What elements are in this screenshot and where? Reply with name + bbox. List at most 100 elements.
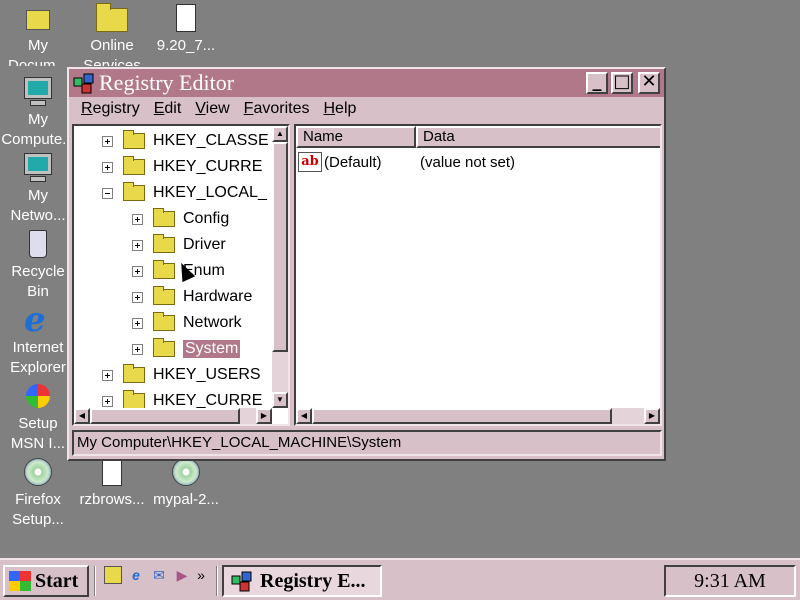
media-player-icon[interactable]: ▶ xyxy=(173,566,191,584)
desktop-icon-label: Setup MSN I... xyxy=(10,415,66,452)
desktop-icon-label: My Docum... xyxy=(7,37,68,66)
tree-item-label: HKEY_CURRE xyxy=(153,158,263,175)
value-list[interactable]: Name Data ab (Default) (value not set) ◀… xyxy=(294,124,662,426)
column-header-data[interactable]: Data xyxy=(416,126,660,148)
menu-help[interactable]: Help xyxy=(323,100,356,118)
maximize-button[interactable]: □ xyxy=(611,72,633,94)
desktop-icon-network[interactable]: My Netwo... xyxy=(0,152,76,226)
tree-item-label: Hardware xyxy=(183,288,253,305)
folder-icon xyxy=(123,130,145,149)
system-clock[interactable]: 9:31 AM xyxy=(664,565,796,597)
registry-editor-icon[interactable] xyxy=(73,72,95,94)
internet-explorer-icon[interactable]: e xyxy=(127,566,145,584)
desktop-icon-firefox-setup[interactable]: Firefox Setup... xyxy=(0,456,76,530)
open-folder-icon xyxy=(123,182,145,201)
taskbar-separator xyxy=(216,566,218,596)
scroll-right-arrow-icon[interactable]: ▶ xyxy=(256,408,272,424)
desktop-icon-label: mypal-2... xyxy=(153,491,219,508)
start-label: Start xyxy=(35,569,79,592)
installer-icon xyxy=(170,2,202,34)
value-data: (value not set) xyxy=(420,153,516,171)
desktop-icon-mypal[interactable]: mypal-2... xyxy=(148,456,224,510)
open-folder-icon xyxy=(153,338,175,357)
scroll-thumb[interactable] xyxy=(90,408,240,424)
tree-item-network[interactable]: Network xyxy=(132,310,242,336)
folder-icon xyxy=(153,286,175,305)
tree-item-driver[interactable]: Driver xyxy=(132,232,226,258)
menu-registry[interactable]: Registry xyxy=(81,100,140,118)
desktop-icon-online-services[interactable]: Online Services xyxy=(74,2,150,66)
desktop-icon-my-computer[interactable]: My Compute... xyxy=(0,76,76,152)
tree-horizontal-scrollbar[interactable]: ◀ ▶ xyxy=(74,408,272,424)
scroll-down-arrow-icon[interactable]: ▼ xyxy=(272,392,288,408)
desktop-icon-installer[interactable]: 9.20_7... xyxy=(148,2,224,56)
expand-icon[interactable] xyxy=(102,369,113,381)
registry-editor-icon xyxy=(231,571,252,592)
expand-icon[interactable] xyxy=(102,395,113,407)
desktop-icon-label: My Compute... xyxy=(1,111,75,148)
tree-vertical-scrollbar[interactable]: ▲ ▼ xyxy=(272,126,288,408)
expand-icon[interactable] xyxy=(102,161,113,173)
desktop-icon-label: Online Services xyxy=(83,37,141,66)
start-button[interactable]: Start xyxy=(3,565,89,597)
tree-item-label: Driver xyxy=(183,236,226,253)
internet-explorer-icon: e xyxy=(24,300,46,340)
desktop-icon-internet-explorer[interactable]: e Internet Explorer xyxy=(0,300,76,378)
expand-icon[interactable] xyxy=(132,213,143,225)
tree-item-hkey-current-user[interactable]: HKEY_CURRE xyxy=(102,154,262,180)
folder-icon xyxy=(123,390,145,409)
value-row-default[interactable]: ab (Default) (value not set) xyxy=(298,150,515,174)
expand-icon[interactable] xyxy=(132,291,143,303)
menu-favorites[interactable]: Favorites xyxy=(244,100,310,118)
more-shortcuts-chevron-icon[interactable]: » xyxy=(196,566,206,584)
close-button[interactable]: ✕ xyxy=(638,72,660,94)
desktop-icon-label: rzbrows... xyxy=(79,491,145,508)
list-horizontal-scrollbar[interactable]: ◀ ▶ xyxy=(296,408,660,424)
network-icon xyxy=(22,152,54,184)
minimize-button[interactable]: _ xyxy=(586,72,608,94)
desktop-icon-setup-msn[interactable]: Setup MSN I... xyxy=(0,380,76,454)
menu-view[interactable]: View xyxy=(195,100,229,118)
tree-item-config[interactable]: Config xyxy=(132,206,229,232)
collapse-icon[interactable] xyxy=(102,187,113,199)
desktop-icon-label: 9.20_7... xyxy=(156,37,216,54)
folder-icon xyxy=(153,208,175,227)
outlook-express-icon[interactable]: ✉ xyxy=(150,566,168,584)
column-header-name[interactable]: Name xyxy=(296,126,416,148)
scroll-right-arrow-icon[interactable]: ▶ xyxy=(644,408,660,424)
scroll-thumb[interactable] xyxy=(312,408,612,424)
expand-icon[interactable] xyxy=(132,239,143,251)
tree-item-hardware[interactable]: Hardware xyxy=(132,284,252,310)
expand-icon[interactable] xyxy=(132,317,143,329)
taskbar-button-registry-editor[interactable]: Registry E... xyxy=(222,565,382,597)
title-bar[interactable]: Registry Editor _ □ ✕ xyxy=(69,69,664,97)
value-name: (Default) xyxy=(324,153,382,171)
desktop-icon-rzbrowser[interactable]: rzbrows... xyxy=(74,456,150,510)
string-value-icon: ab xyxy=(298,152,322,172)
scroll-left-arrow-icon[interactable]: ◀ xyxy=(74,408,90,424)
scroll-up-arrow-icon[interactable]: ▲ xyxy=(272,126,288,142)
scroll-left-arrow-icon[interactable]: ◀ xyxy=(296,408,312,424)
desktop-shortcut-icon[interactable] xyxy=(104,566,122,584)
menu-edit[interactable]: Edit xyxy=(154,100,182,118)
tree-item-hkey-classes-root[interactable]: HKEY_CLASSE xyxy=(102,128,269,154)
tree-item-label: Config xyxy=(183,210,230,227)
tree-item-system[interactable]: System xyxy=(132,336,241,362)
desktop-icon-recycle-bin[interactable]: Recycle Bin xyxy=(0,228,76,302)
menu-bar: Registry Edit View Favorites Help xyxy=(69,97,664,121)
tree-item-hkey-users[interactable]: HKEY_USERS xyxy=(102,362,261,388)
tree-item-label: HKEY_CLASSE xyxy=(153,132,269,149)
tree-item-label: HKEY_LOCAL_ xyxy=(153,184,267,201)
quick-launch: e ✉ ▶ » xyxy=(104,566,211,584)
expand-icon[interactable] xyxy=(102,135,113,147)
taskbar-button-label: Registry E... xyxy=(260,569,366,592)
desktop-icon-label: Recycle Bin xyxy=(11,263,65,300)
expand-icon[interactable] xyxy=(132,265,143,277)
computer-icon xyxy=(22,76,54,108)
tree-item-hkey-local-machine[interactable]: HKEY_LOCAL_ xyxy=(102,180,267,206)
desktop-icon-my-documents[interactable]: My Docum... xyxy=(0,2,76,66)
expand-icon[interactable] xyxy=(132,343,143,355)
scroll-thumb[interactable] xyxy=(272,142,288,352)
folder-icon xyxy=(153,234,175,253)
window-title: Registry Editor xyxy=(99,70,235,95)
